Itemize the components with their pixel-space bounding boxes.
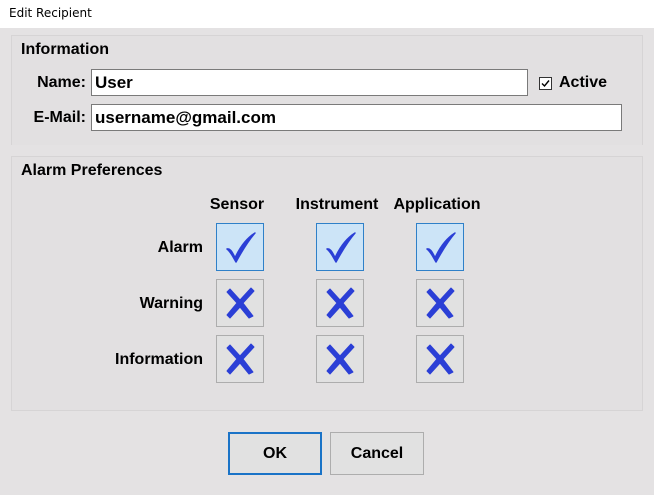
- name-label: Name:: [37, 74, 86, 91]
- checkmark-icon: [420, 227, 460, 267]
- row-label-alarm: Alarm: [157, 239, 203, 256]
- toggle-alarm-application[interactable]: [416, 223, 464, 271]
- ok-button[interactable]: OK: [228, 432, 322, 475]
- toggle-warning-instrument[interactable]: [316, 279, 364, 327]
- x-mark-icon: [320, 339, 360, 379]
- information-group-title: Information: [21, 41, 109, 58]
- toggle-warning-application[interactable]: [416, 279, 464, 327]
- x-mark-icon: [220, 339, 260, 379]
- x-mark-icon: [220, 283, 260, 323]
- column-header-application: Application: [393, 196, 481, 213]
- toggle-alarm-sensor[interactable]: [216, 223, 264, 271]
- toggle-information-application[interactable]: [416, 335, 464, 383]
- x-mark-icon: [420, 339, 460, 379]
- checkmark-icon: [220, 227, 260, 267]
- checkbox-check-icon: [541, 79, 550, 87]
- x-mark-icon: [420, 283, 460, 323]
- toggle-information-instrument[interactable]: [316, 335, 364, 383]
- name-field[interactable]: [91, 69, 528, 96]
- active-checkbox-box[interactable]: [539, 76, 552, 90]
- toggle-information-sensor[interactable]: [216, 335, 264, 383]
- alarm-preferences-group-title: Alarm Preferences: [21, 162, 163, 179]
- toggle-warning-sensor[interactable]: [216, 279, 264, 327]
- email-field[interactable]: [91, 104, 622, 131]
- active-label: Active: [559, 74, 608, 91]
- title-bar: Edit Recipient: [0, 0, 654, 28]
- toggle-alarm-instrument[interactable]: [316, 223, 364, 271]
- column-header-instrument: Instrument: [295, 196, 379, 213]
- checkmark-icon: [320, 227, 360, 267]
- row-label-warning: Warning: [139, 295, 203, 312]
- window-title: Edit Recipient: [9, 6, 92, 20]
- cancel-button[interactable]: Cancel: [330, 432, 424, 475]
- row-label-information: Information: [115, 351, 203, 368]
- email-label: E-Mail:: [33, 109, 86, 126]
- column-header-sensor: Sensor: [209, 196, 265, 213]
- active-checkbox[interactable]: Active: [539, 74, 607, 92]
- x-mark-icon: [320, 283, 360, 323]
